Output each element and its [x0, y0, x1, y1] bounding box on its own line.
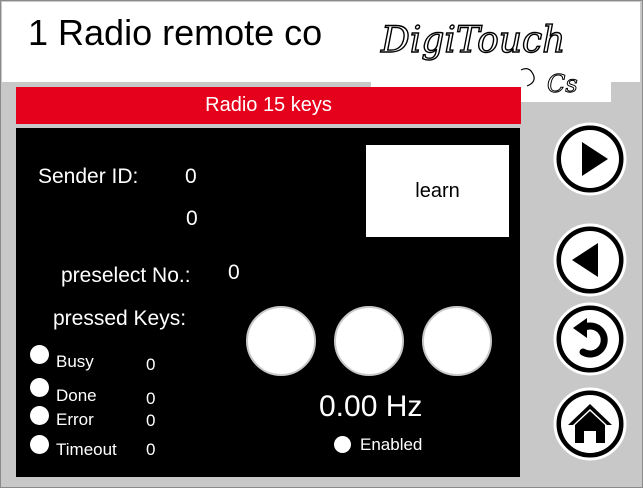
svg-text:DigiTouch: DigiTouch — [380, 20, 565, 61]
pressed-key-indicator-2 — [334, 306, 404, 376]
error-label: Error — [56, 410, 94, 429]
preselect-value: 0 — [228, 261, 240, 284]
timeout-value: 0 — [146, 440, 156, 459]
page-title: 1 Radio remote co — [28, 12, 323, 53]
error-led — [30, 406, 49, 425]
sender-id-value-2: 0 — [186, 207, 198, 230]
enabled-led — [334, 436, 351, 453]
enabled-label: Enabled — [360, 435, 423, 454]
home-icon — [553, 387, 627, 461]
learn-button[interactable]: learn — [366, 145, 509, 237]
back-button[interactable] — [551, 300, 629, 378]
mode-bar-label: Radio 15 keys — [205, 94, 332, 116]
svg-text:Cs: Cs — [547, 70, 578, 98]
done-value: 0 — [146, 389, 156, 408]
home-button[interactable] — [551, 385, 629, 463]
timeout-label: Timeout — [56, 440, 117, 459]
timeout-led — [30, 435, 49, 454]
sender-id-value: 0 — [185, 165, 197, 188]
sender-id-label: Sender ID: — [38, 165, 139, 188]
busy-label: Busy — [56, 352, 94, 371]
error-value: 0 — [146, 411, 156, 430]
pressed-keys-label: pressed Keys: — [53, 307, 187, 330]
frequency-readout: 0.00 Hz — [319, 390, 423, 423]
preselect-label: preselect No.: — [61, 264, 191, 287]
previous-page-button[interactable] — [551, 221, 629, 299]
mode-bar: Radio 15 keys — [16, 87, 521, 124]
next-page-button[interactable] — [551, 120, 629, 198]
play-forward-icon — [553, 122, 627, 196]
busy-value: 0 — [146, 355, 156, 374]
done-led — [30, 378, 49, 397]
main-panel: Sender ID: 0 0 learn preselect No.: 0 pr… — [16, 128, 520, 477]
busy-led — [30, 345, 49, 364]
pressed-key-indicator-1 — [246, 306, 316, 376]
play-back-icon — [553, 223, 627, 297]
undo-icon — [553, 302, 627, 376]
pressed-key-indicator-3 — [422, 306, 492, 376]
done-label: Done — [56, 386, 97, 405]
